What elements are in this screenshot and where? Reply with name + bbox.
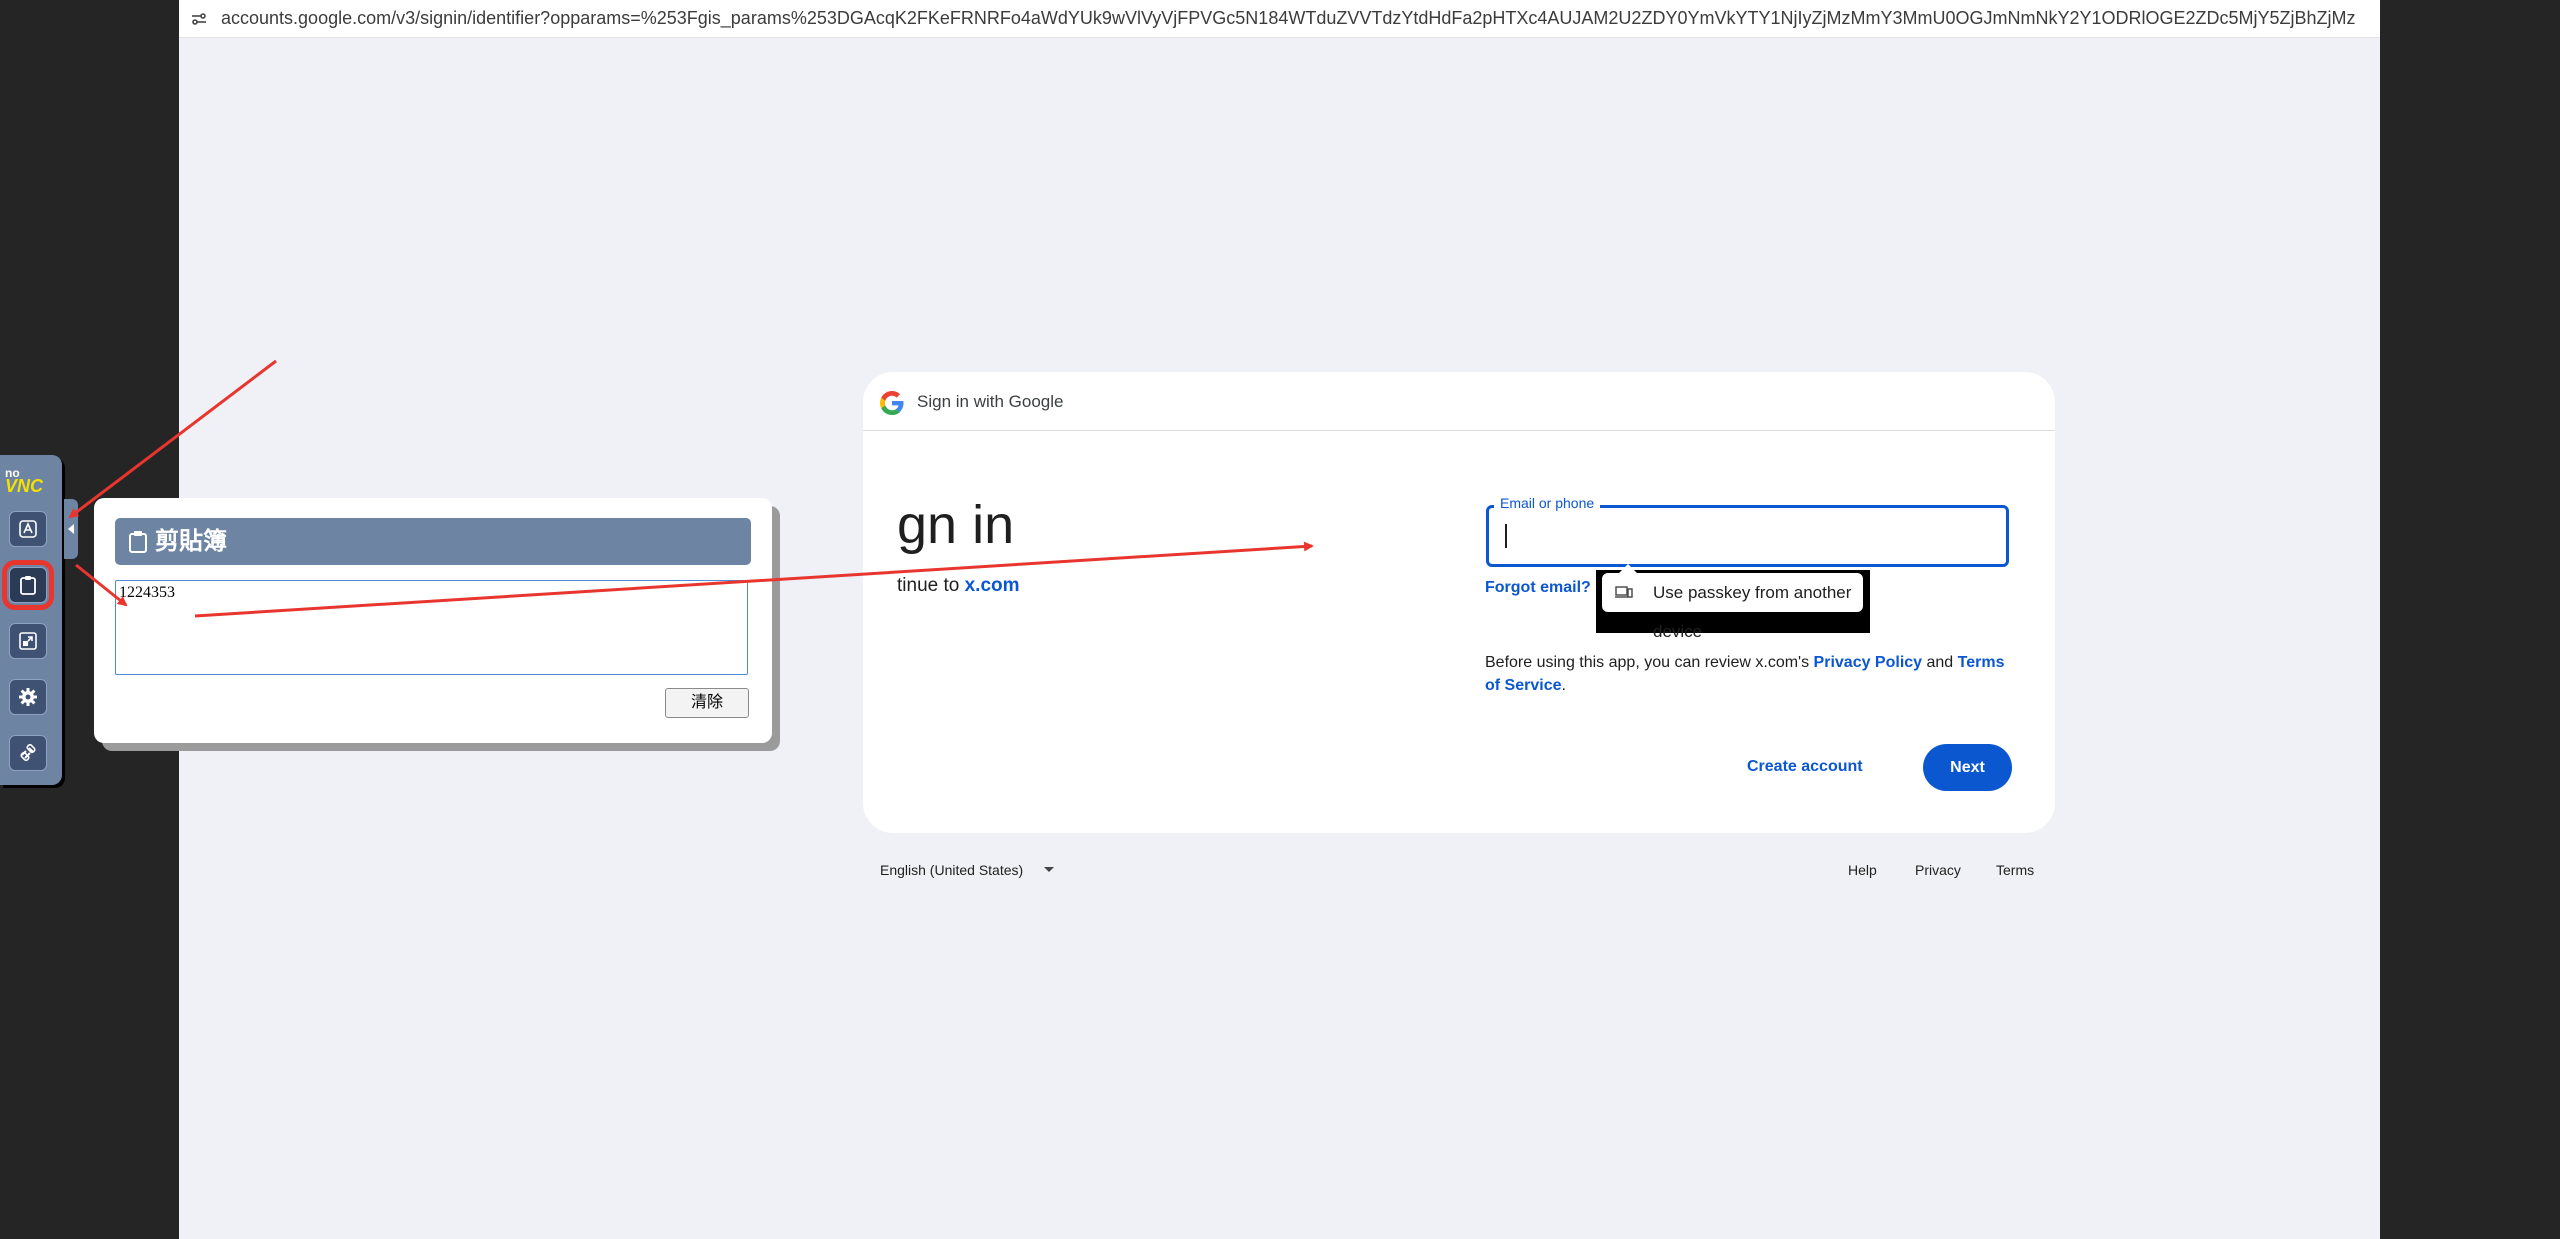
address-bar[interactable]: accounts.google.com/v3/signin/identifier…: [179, 0, 2380, 38]
clipboard-textarea[interactable]: [115, 580, 748, 675]
disclaimer-and: and: [1922, 654, 1958, 671]
signin-card-header: Sign in with Google: [863, 372, 2055, 431]
create-account-button[interactable]: Create account: [1747, 757, 1863, 777]
footer-help-link[interactable]: Help: [1848, 858, 1877, 882]
settings-button[interactable]: [9, 679, 47, 715]
forgot-email-link[interactable]: Forgot email?: [1485, 579, 1591, 597]
clipboard-clear-button[interactable]: 清除: [665, 688, 749, 718]
footer-privacy-link[interactable]: Privacy: [1915, 858, 1961, 882]
clipboard-icon: [129, 531, 147, 553]
disconnect-button[interactable]: [9, 735, 47, 771]
dropdown-caret-icon[interactable]: [1044, 867, 1054, 872]
disclaimer-text: Before using this app, you can review x.…: [1485, 654, 1814, 671]
email-field[interactable]: [1503, 516, 1997, 558]
subtitle-link[interactable]: x.com: [965, 575, 1020, 596]
signin-header-text: Sign in with Google: [917, 392, 1064, 411]
novnc-logo: no VNC: [5, 467, 53, 496]
passkey-button[interactable]: Use passkey from another device: [1602, 573, 1863, 641]
clipboard-panel: 剪貼簿 清除: [94, 498, 772, 743]
privacy-policy-link[interactable]: Privacy Policy: [1814, 654, 1923, 671]
clipboard-icon: [20, 576, 36, 595]
passkey-label: Use passkey from another device: [1653, 583, 1852, 641]
subtitle-prefix: tinue to: [897, 575, 965, 596]
extra-keys-button[interactable]: [9, 511, 47, 547]
url-text[interactable]: accounts.google.com/v3/signin/identifier…: [221, 0, 2356, 37]
fullscreen-icon: [19, 632, 37, 650]
disclaimer-period: .: [1561, 677, 1566, 694]
keyboard-a-icon: [19, 520, 37, 538]
clipboard-button[interactable]: [2, 560, 54, 610]
gear-icon: [19, 688, 37, 706]
disconnect-icon: [20, 743, 36, 762]
google-logo-icon: [880, 391, 904, 415]
novnc-control-bar: no VNC: [0, 455, 62, 785]
site-info-icon[interactable]: [191, 11, 207, 27]
text-caret: [1505, 524, 1507, 548]
language-select[interactable]: English (United States): [880, 858, 1023, 882]
control-bar-handle[interactable]: [64, 499, 78, 559]
novnc-logo-vnc: VNC: [5, 476, 44, 496]
page-footer: English (United States) Help Privacy Ter…: [863, 858, 2055, 882]
next-button[interactable]: Next: [1923, 744, 2012, 791]
fullscreen-button[interactable]: [9, 623, 47, 659]
right-gutter: [2380, 0, 2560, 1239]
page-title: gn in: [897, 495, 1015, 555]
devices-icon: [1615, 586, 1633, 598]
email-field-label: Email or phone: [1494, 493, 1601, 513]
clipboard-panel-header: 剪貼簿: [115, 518, 751, 565]
signin-card: Sign in with Google gn in tinue to x.com…: [863, 372, 2055, 833]
signin-subtitle: tinue to x.com: [897, 575, 1020, 597]
clipboard-title: 剪貼簿: [155, 528, 227, 555]
footer-terms-link[interactable]: Terms: [1996, 858, 2034, 882]
privacy-disclaimer: Before using this app, you can review x.…: [1485, 651, 2015, 697]
